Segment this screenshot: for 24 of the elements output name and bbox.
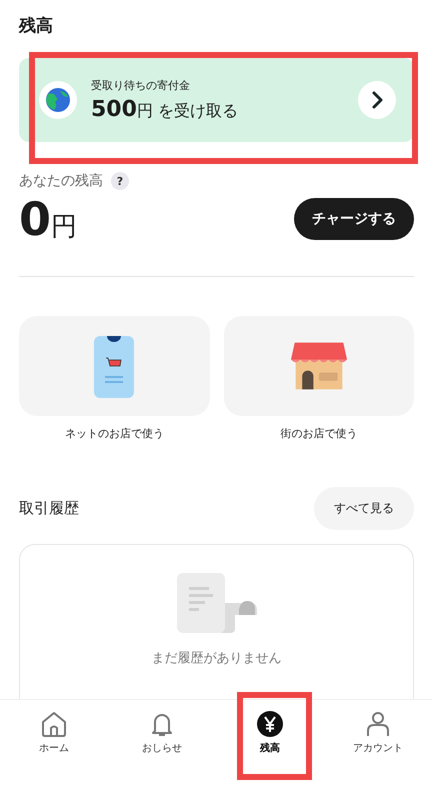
- person-icon: [364, 710, 392, 738]
- section-title: 取引履歴: [19, 499, 79, 518]
- balance-label: あなたの残高: [19, 172, 103, 190]
- page-title: 残高: [19, 15, 54, 38]
- banner-caption: 受取り待ちの寄付金: [91, 78, 191, 93]
- globe-icon: [46, 88, 70, 112]
- banner-amount: 500円 を受け取る: [91, 97, 240, 122]
- empty-message: まだ履歴がありません: [152, 650, 282, 667]
- shortcut-card[interactable]: [224, 316, 414, 416]
- yen-icon: [256, 710, 284, 738]
- receipt-icon: [174, 573, 258, 633]
- chevron-icon: [358, 81, 396, 119]
- nav-tab[interactable]: アカウント: [349, 700, 407, 760]
- shortcut-label: ネットのお店で使う: [64, 426, 164, 441]
- see-all-button[interactable]: すべて見る: [314, 487, 414, 530]
- shortcut-label: 街のお店で使う: [280, 426, 358, 441]
- balance-amount: 0円: [19, 192, 78, 246]
- home-icon: [40, 710, 68, 738]
- help-button[interactable]: ?: [111, 172, 129, 190]
- nav-tab[interactable]: おしらせ: [138, 700, 186, 760]
- charge-button[interactable]: チャージする: [294, 198, 414, 240]
- donation-banner[interactable]: 受取り待ちの寄付金 500円 を受け取る: [19, 58, 414, 142]
- nav-tab[interactable]: 残高: [252, 700, 288, 760]
- nav-tab[interactable]: ホーム: [35, 700, 73, 760]
